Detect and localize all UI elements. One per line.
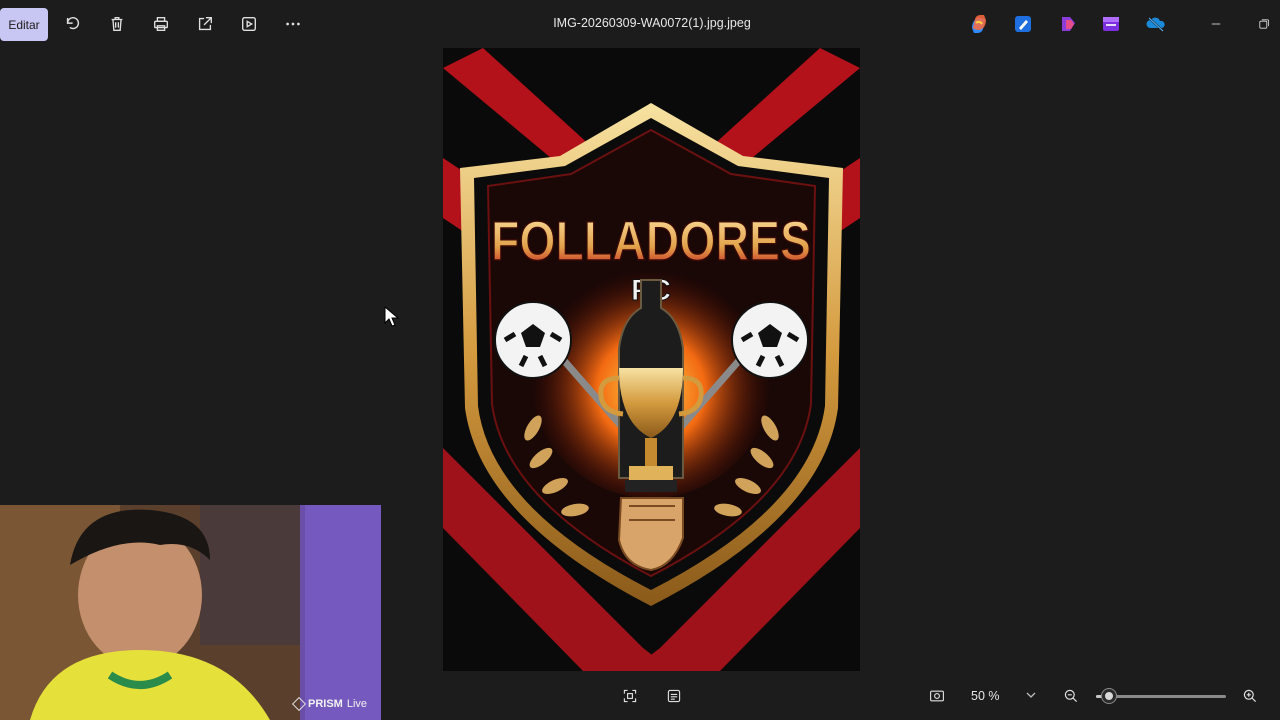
delete-icon[interactable] [105, 12, 129, 36]
zoom-level-value: 50 % [971, 689, 1000, 703]
slideshow-icon[interactable] [237, 12, 261, 36]
webcam-video [0, 505, 381, 720]
onedrive-icon[interactable] [1145, 13, 1167, 35]
image-info-icon[interactable] [664, 686, 684, 706]
edit-button[interactable]: Editar [0, 8, 48, 41]
webcam-overlay [0, 505, 381, 720]
prism-live-badge: PRISM Live [291, 696, 368, 712]
copilot-icon[interactable] [968, 13, 990, 35]
more-icon[interactable] [281, 12, 305, 36]
share-icon[interactable] [193, 12, 217, 36]
actual-size-icon[interactable] [927, 686, 947, 706]
top-toolbar: Editar IMG-20260309-WA0072(1).jpg.jpeg [0, 0, 1280, 48]
zoom-in-icon[interactable] [1240, 686, 1260, 706]
crest-title: FOLLADORES [491, 209, 811, 272]
mouse-cursor-icon [384, 305, 400, 328]
zoom-level-select[interactable]: 50 % [960, 684, 1048, 708]
fit-to-window-icon[interactable] [620, 686, 640, 706]
file-title: IMG-20260309-WA0072(1).jpg.jpeg [553, 16, 751, 30]
prism-suffix: Live [346, 698, 368, 710]
clipchamp-icon[interactable] [1057, 13, 1079, 35]
photos-icon[interactable] [1100, 13, 1122, 35]
crest-image: FOLLADORES FC [443, 48, 860, 671]
restore-icon[interactable] [1254, 14, 1274, 34]
prism-logo-icon [291, 696, 307, 712]
rotate-icon[interactable] [61, 12, 85, 36]
zoom-slider[interactable] [1096, 689, 1226, 703]
zoom-slider-thumb[interactable] [1102, 689, 1116, 703]
designer-icon[interactable] [1012, 13, 1034, 35]
minimize-icon[interactable] [1206, 14, 1226, 34]
zoom-out-icon[interactable] [1061, 686, 1081, 706]
chevron-down-icon [1026, 692, 1036, 698]
print-icon[interactable] [149, 12, 173, 36]
image-viewer-canvas[interactable]: FOLLADORES FC [443, 48, 860, 671]
prism-brand: PRISM [308, 698, 343, 710]
